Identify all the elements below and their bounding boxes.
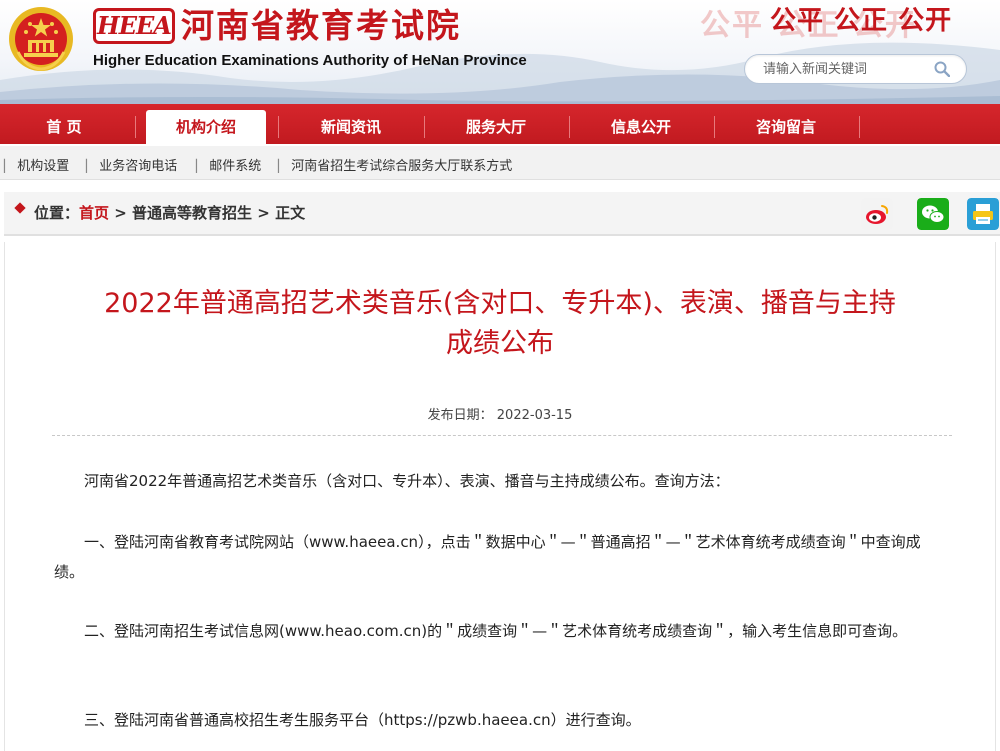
weibo-icon[interactable] [861, 198, 893, 230]
nav-separator [859, 116, 860, 138]
chevron-right-icon: ▏ [4, 159, 14, 173]
article-paragraph: 二、登陆河南招生考试信息网(www.heao.com.cn)的＂成绩查询＂—＂艺… [84, 622, 908, 640]
heea-logo: HEEA [93, 8, 175, 44]
nav-item-consultation[interactable]: 咨询留言 [726, 110, 846, 144]
site-name-english: Higher Education Examinations Authority … [93, 52, 527, 69]
chevron-right-icon: ▏ [196, 159, 206, 173]
publish-date: 发布日期： 2022-03-15 [427, 408, 573, 423]
nav-separator [569, 116, 570, 138]
article-paragraph: 河南省2022年普通高招艺术类音乐（含对口、专升本）、表演、播音与主持成绩公布。… [84, 472, 730, 490]
breadcrumb-current: 正文 [275, 204, 306, 222]
site-name-chinese: 河南省教育考试院 [181, 6, 461, 45]
national-emblem-icon [9, 7, 73, 71]
search-icon[interactable] [934, 61, 950, 77]
nav-item-home[interactable]: 首 页 [4, 110, 124, 144]
search-box [744, 54, 967, 84]
nav-item-news[interactable]: 新闻资讯 [291, 110, 411, 144]
wechat-icon[interactable] [917, 198, 949, 230]
nav-item-organization[interactable]: 机构介绍 [146, 110, 266, 144]
breadcrumb-section-link[interactable]: 普通高等教育招生 [132, 204, 252, 222]
breadcrumb-home-link[interactable]: 首页 [79, 204, 109, 222]
nav-separator [135, 116, 136, 138]
article-title: 2022年普通高招艺术类音乐(含对口、专升本)、表演、播音与主持 成绩公布 [104, 288, 896, 359]
quicklink-mail-system[interactable]: ▏ 邮件系统 [196, 155, 261, 174]
nav-item-info-disclosure[interactable]: 信息公开 [581, 110, 701, 144]
site-brand[interactable]: HEEA 河南省教育考试院 [93, 6, 461, 46]
article-paragraph: 三、登陆河南省普通高校招生考生服务平台（https://pzwb.haeea.c… [84, 711, 641, 729]
main-nav: 首 页 机构介绍 新闻资讯 服务大厅 信息公开 咨询留言 [0, 104, 1000, 144]
site-header: HEEA 河南省教育考试院 Higher Education Examinati… [0, 0, 1000, 104]
chevron-right-icon: ▏ [86, 159, 96, 173]
site-slogan: 公平 公正 公开 [770, 6, 953, 36]
nav-separator [278, 116, 279, 138]
quicklinks-bar: ▏ 机构设置 ▏ 业务咨询电话 ▏ 邮件系统 ▏ 河南省招生考试综合服务大厅联系方式 [0, 146, 1000, 180]
quicklink-service-hall-contact[interactable]: ▏ 河南省招生考试综合服务大厅联系方式 [278, 155, 512, 174]
article-paragraph: 一、登陆河南省教育考试院网站（www.haeea.cn），点击＂数据中心＂—＂普… [54, 533, 921, 581]
breadcrumb-marker-icon [14, 202, 26, 214]
chevron-right-icon: ▏ [278, 159, 288, 173]
article-divider [52, 435, 952, 436]
quicklink-consult-phone[interactable]: ▏ 业务咨询电话 [86, 155, 177, 174]
search-input[interactable] [763, 59, 933, 79]
breadcrumb-text: 位置：首页 > 普通高等教育招生 > 正文 [34, 204, 306, 222]
nav-separator [424, 116, 425, 138]
breadcrumb: 位置：首页 > 普通高等教育招生 > 正文 [4, 192, 1000, 236]
print-icon[interactable] [967, 198, 999, 230]
nav-item-service-hall[interactable]: 服务大厅 [436, 110, 556, 144]
nav-separator [714, 116, 715, 138]
quicklink-org-setup[interactable]: ▏ 机构设置 [4, 155, 69, 174]
